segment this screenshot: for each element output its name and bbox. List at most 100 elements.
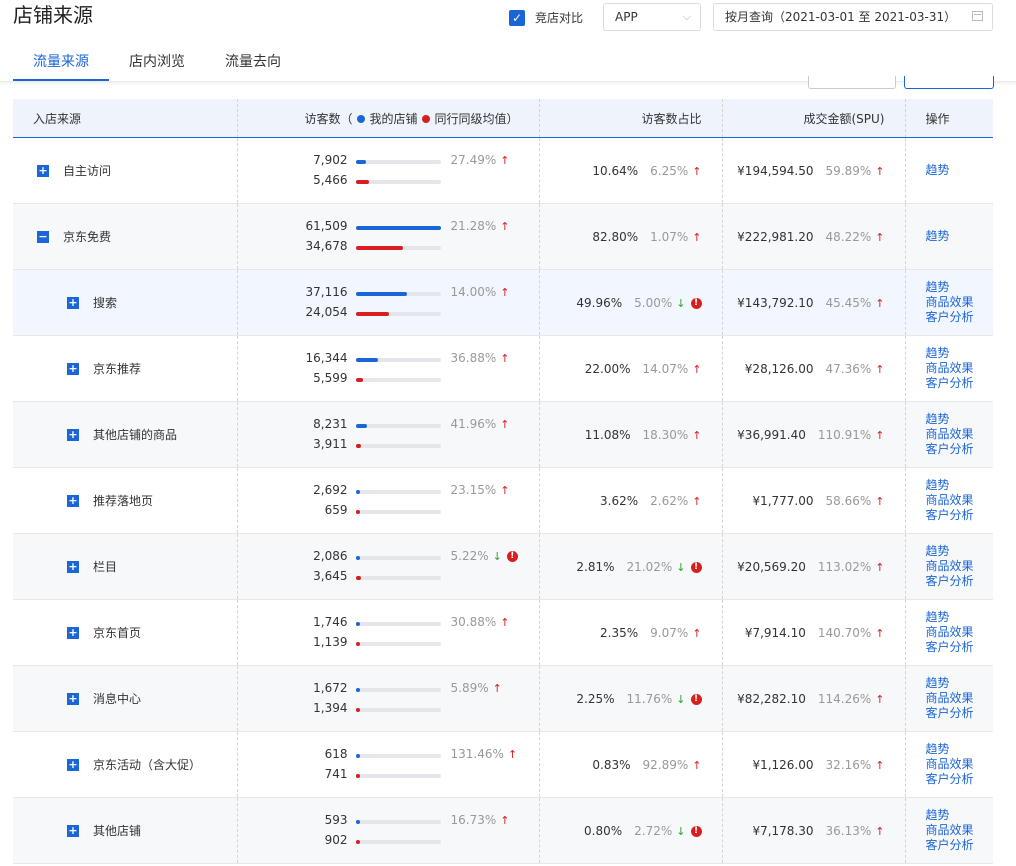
gmv-value: ¥36,991.40 [737, 427, 806, 442]
gmv-cell: ¥7,178.30 36.13% ↑ [722, 797, 906, 864]
product-effect-link[interactable]: 商品效果 [926, 625, 994, 640]
toolbar-button-partial[interactable] [808, 76, 896, 89]
visitors-cell: 8,231 3,911 41.96% ↑ [237, 401, 540, 468]
mine-visitors-bar [355, 358, 441, 362]
tab-traffic-destination[interactable]: 流量去向 [205, 43, 301, 81]
product-effect-link[interactable]: 商品效果 [926, 559, 994, 574]
customer-analysis-link[interactable]: 客户分析 [926, 442, 994, 457]
trend-link[interactable]: 趋势 [926, 412, 994, 427]
check-icon[interactable]: ✓ [509, 9, 525, 26]
expand-icon[interactable]: + [67, 428, 79, 441]
trend-link[interactable]: 趋势 [926, 676, 994, 691]
share-value: 49.96% [576, 295, 623, 310]
tab-traffic-source[interactable]: 流量来源 [13, 43, 109, 81]
customer-analysis-link[interactable]: 客户分析 [926, 310, 994, 325]
peer-visitors-bar [355, 840, 441, 844]
tab-in-store-browse[interactable]: 店内浏览 [109, 43, 205, 81]
trend-link[interactable]: 趋势 [926, 163, 994, 178]
visitors-cell: 16,344 5,599 36.88% ↑ [237, 335, 540, 402]
customer-analysis-link[interactable]: 客户分析 [926, 640, 994, 655]
customer-analysis-link[interactable]: 客户分析 [926, 574, 994, 589]
warning-icon: ! [506, 551, 518, 562]
share-cell: 49.96% 5.00% ↓! [539, 269, 723, 336]
platform-select[interactable]: APP ⌵ [603, 3, 701, 31]
expand-icon[interactable]: + [67, 824, 79, 837]
customer-analysis-link[interactable]: 客户分析 [926, 376, 994, 391]
visitors-cell: 1,672 1,394 5.89% ↑ [237, 665, 540, 732]
toolbar-button-partial-primary[interactable] [904, 76, 994, 89]
share-cell: 2.25% 11.76% ↓! [539, 665, 723, 732]
share-cell: 11.08% 18.30% ↑ [539, 401, 723, 468]
expand-icon[interactable]: + [67, 758, 79, 771]
trend-link[interactable]: 趋势 [926, 742, 994, 757]
peer-visitors: 741 [324, 767, 348, 781]
product-effect-link[interactable]: 商品效果 [926, 691, 994, 706]
customer-analysis-link[interactable]: 客户分析 [926, 508, 994, 523]
customer-analysis-link[interactable]: 客户分析 [926, 772, 994, 787]
share-change: 6.25% [650, 163, 689, 178]
compare-toggle[interactable]: ✓ 竞店对比 [509, 9, 583, 26]
product-effect-link[interactable]: 商品效果 [926, 361, 994, 376]
trend-link[interactable]: 趋势 [926, 808, 994, 823]
table-row: + 京东首页 1,746 1,139 30.88% ↑ 2.35% 9.07% ↑ ¥7,914.… [13, 599, 994, 666]
mine-visitors-fill [355, 556, 360, 560]
traffic-source-table: 入店来源 访客数（ 我的店铺 同行同级均值） 访客数占比 成交金额(SPU) 操作 … [13, 99, 993, 864]
peer-visitors: 34,678 [305, 239, 348, 253]
gmv-change: 59.89% [825, 163, 872, 178]
source-name: 京东首页 [93, 626, 142, 640]
product-effect-link[interactable]: 商品效果 [926, 493, 994, 508]
expand-icon[interactable]: + [67, 692, 79, 705]
mine-visitors-fill [355, 160, 367, 164]
share-value: 2.81% [576, 559, 615, 574]
date-range-picker[interactable]: 按月查询（2021-03-01 至 2021-03-31） [713, 3, 993, 31]
product-effect-link[interactable]: 商品效果 [926, 427, 994, 442]
peer-visitors-fill [355, 510, 360, 514]
ops-cell: 趋势 商品效果 客户分析 [905, 797, 994, 864]
trend-link[interactable]: 趋势 [926, 229, 994, 244]
visitors-change: 16.73% ↑ [451, 813, 510, 827]
share-cell: 2.81% 21.02% ↓! [539, 533, 723, 600]
share-cell: 2.35% 9.07% ↑ [539, 599, 723, 666]
expand-icon[interactable]: + [67, 296, 79, 309]
mine-visitors: 1,746 [313, 615, 348, 629]
expand-icon[interactable]: + [67, 626, 79, 639]
visitors-cell: 2,086 3,645 5.22% ↓! [237, 533, 540, 600]
trend-link[interactable]: 趋势 [926, 478, 994, 493]
source-name: 其他店铺 [93, 824, 142, 838]
trend-link[interactable]: 趋势 [926, 544, 994, 559]
customer-analysis-link[interactable]: 客户分析 [926, 706, 994, 721]
gmv-value: ¥1,126.00 [752, 757, 814, 772]
gmv-change: 45.45% [825, 295, 872, 310]
table-header-row: 入店来源 访客数（ 我的店铺 同行同级均值） 访客数占比 成交金额(SPU) 操作 [13, 99, 993, 138]
source-name: 栏目 [93, 560, 118, 574]
gmv-cell: ¥28,126.00 47.36% ↑ [722, 335, 906, 402]
gmv-change: 140.70% [817, 625, 872, 640]
mine-visitors-bar [355, 160, 441, 164]
collapse-icon[interactable]: − [37, 230, 49, 243]
customer-analysis-link[interactable]: 客户分析 [926, 838, 994, 853]
mine-visitors-bar [355, 226, 441, 230]
arrow-up-icon: ↑ [875, 626, 885, 640]
visitors-change-value: 5.89% [450, 681, 489, 695]
gmv-cell: ¥7,914.10 140.70% ↑ [722, 599, 906, 666]
ops-cell: 趋势 商品效果 客户分析 [905, 599, 994, 666]
peer-visitors-fill [355, 246, 404, 250]
product-effect-link[interactable]: 商品效果 [926, 757, 994, 772]
visitors-cell: 7,902 5,466 27.49% ↑ [237, 137, 540, 204]
ops-cell: 趋势 商品效果 客户分析 [905, 401, 994, 468]
expand-icon[interactable]: + [67, 494, 79, 507]
source-name: 推荐落地页 [93, 494, 154, 508]
arrow-up-icon: ↑ [500, 286, 510, 299]
product-effect-link[interactable]: 商品效果 [926, 295, 994, 310]
trend-link[interactable]: 趋势 [926, 346, 994, 361]
trend-link[interactable]: 趋势 [926, 280, 994, 295]
expand-icon[interactable]: + [37, 164, 49, 177]
ops-cell: 趋势 [905, 137, 994, 204]
product-effect-link[interactable]: 商品效果 [926, 823, 994, 838]
trend-link[interactable]: 趋势 [926, 610, 994, 625]
source-cell: + 京东活动（含大促） [13, 731, 238, 798]
expand-icon[interactable]: + [67, 560, 79, 573]
expand-icon[interactable]: + [67, 362, 79, 375]
arrow-up-icon: ↑ [692, 230, 702, 244]
ops-cell: 趋势 [905, 203, 994, 270]
